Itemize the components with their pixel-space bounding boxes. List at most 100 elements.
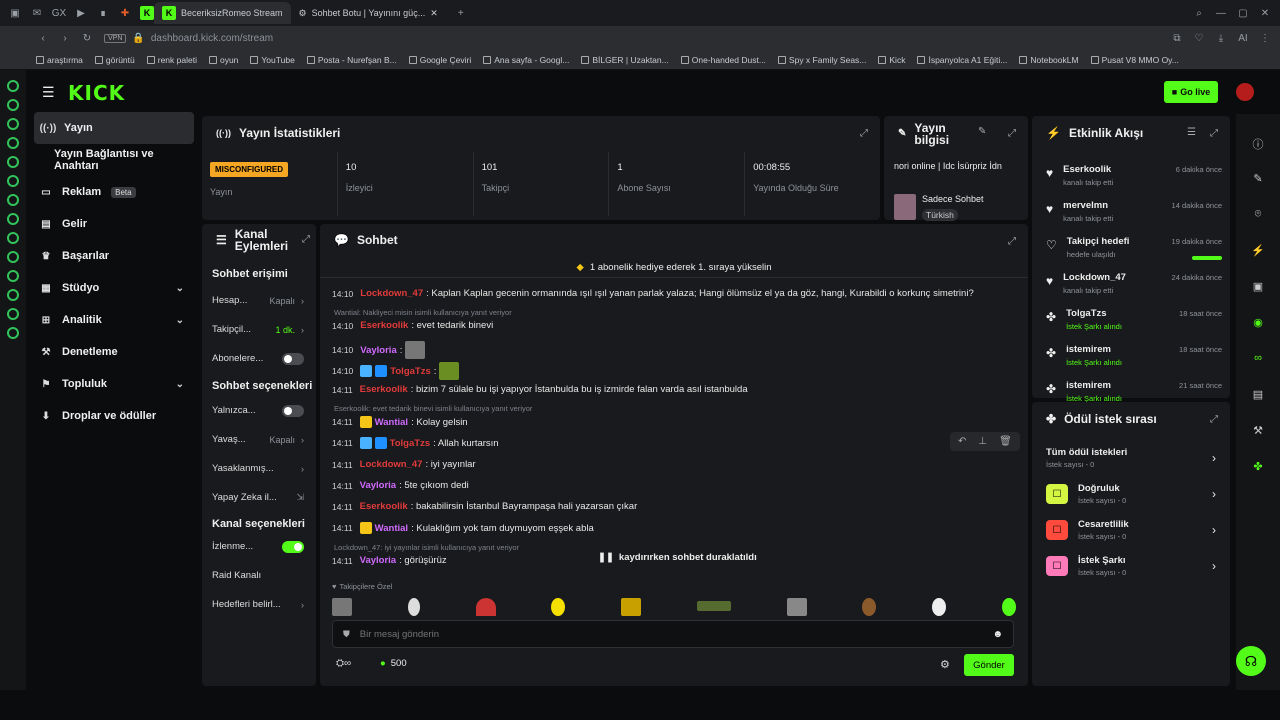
gear-icon[interactable]: ⚙ (940, 658, 950, 671)
reload-icon[interactable]: ↻ (80, 31, 94, 45)
message-username[interactable]: Eserkoolik (360, 384, 408, 395)
sidebar-app-icon[interactable] (7, 118, 19, 130)
queue-item-cesaretlilik[interactable]: ☐ Cesaretlilik İstek sayısı - 0 › (1032, 512, 1230, 548)
document-icon[interactable]: ▤ (1251, 388, 1265, 402)
emote[interactable] (407, 598, 420, 616)
camera-icon[interactable]: ⌾ (1251, 208, 1265, 222)
bookmark-item[interactable]: Spy x Family Seas... (777, 55, 866, 65)
download-icon[interactable]: ⤓ (1214, 31, 1228, 45)
emote[interactable] (551, 598, 566, 616)
expand-icon[interactable]: ⤢ (1008, 236, 1016, 247)
event-item[interactable]: ✤ TolgaTzs İstek Şarkı alındı 18 saat önce (1032, 300, 1230, 336)
bookmark-item[interactable]: NotebookLM (1019, 55, 1079, 65)
channel-points[interactable]: ● 500 (380, 658, 407, 669)
message-username[interactable]: Vayloria (360, 345, 396, 356)
bookmark-item[interactable]: Kick (878, 55, 905, 65)
setting-raid-channel[interactable]: Raid Kanalı (202, 561, 316, 590)
emote[interactable] (1001, 598, 1016, 616)
sidebar-item-yayin[interactable]: ((·)) Yayın (34, 112, 194, 144)
bookmark-item[interactable]: One-handed Dust... (680, 55, 766, 65)
search-icon[interactable]: ⌕ (1192, 6, 1206, 20)
chat-message[interactable]: 14:11 TolgaTzs: Allah kurtarsın (332, 437, 499, 449)
sidebar-item-reklam[interactable]: ▭ Reklam Beta (26, 176, 200, 208)
pencil-icon[interactable]: ✎ (1251, 172, 1265, 186)
kick-tab-icon[interactable]: K (140, 6, 154, 20)
message-input[interactable] (359, 628, 983, 640)
edit-icon[interactable]: ✎ (978, 126, 986, 137)
emoji-icon[interactable]: ☻ (992, 629, 1003, 640)
prime-icon[interactable]: ▶ (74, 6, 88, 20)
message-input-box[interactable]: ⛊ ☻ (332, 620, 1014, 648)
message-username[interactable]: Eserkoolik (360, 320, 408, 331)
chat-settings-icon[interactable]: ⛭∞ (336, 658, 351, 669)
sidebar-app-icon[interactable] (7, 251, 19, 263)
pause-icon[interactable]: ∎ (96, 6, 110, 20)
reply-icon[interactable]: ↶ (958, 436, 966, 447)
event-item[interactable]: ♥ mervelmn kanalı takip etti 14 dakika önce (1032, 192, 1230, 228)
sidebar-item-basarilar[interactable]: ♛ Başarılar (26, 240, 200, 272)
go-live-button[interactable]: ■ Go live (1164, 81, 1218, 103)
kick-logo[interactable]: KICK (68, 81, 125, 105)
bookmark-item[interactable]: YouTube (250, 55, 295, 65)
bookmark-icon[interactable]: ♡ (1192, 31, 1206, 45)
emote[interactable] (621, 598, 642, 616)
bookmark-item[interactable]: Pusat V8 MMO Oy... (1090, 55, 1179, 65)
message-username[interactable]: TolgaTzs (390, 366, 430, 377)
sidebar-app-icon[interactable] (7, 137, 19, 149)
chat-message[interactable]: 14:10 Lockdown_47: Kaplan Kaplan gecenin … (332, 288, 974, 299)
chat-message[interactable]: 14:10 Eserkoolik: evet tedarik binevi (332, 320, 493, 331)
expand-icon[interactable]: ⤢ (1210, 414, 1218, 425)
message-username[interactable]: Vayloria (360, 480, 396, 491)
chat-message[interactable]: 14:11 Vayloria: 5te çıkıom dedi (332, 480, 469, 491)
message-username[interactable]: Eserkoolik (360, 501, 408, 512)
bookmark-item[interactable]: renk paleti (146, 55, 197, 65)
tab-search-icon[interactable]: ✉ (30, 6, 44, 20)
sidebar-item-denetleme[interactable]: ⚒ Denetleme (26, 336, 200, 368)
message-username[interactable]: Vayloria (360, 555, 396, 566)
sidebar-app-icon[interactable] (7, 232, 19, 244)
emote[interactable] (475, 598, 496, 616)
sidebar-app-icon[interactable] (7, 289, 19, 301)
hamburger-menu-icon[interactable]: ☰ (42, 84, 55, 101)
tab-chatbot[interactable]: ⚙ Sohbet Botu | Yayınını güç... ✕ (291, 2, 446, 24)
chat-message[interactable]: 14:10 Vayloria: (332, 341, 426, 359)
message-username[interactable]: TolgaTzs (390, 438, 430, 449)
chat-message[interactable]: 14:11 Vayloria: görüşürüz (332, 555, 447, 566)
clipboard-icon[interactable]: ▣ (1251, 280, 1265, 294)
setting-account-age[interactable]: Hesap... Kapalı › (202, 286, 316, 315)
setting-ai-moderation[interactable]: Yapay Zeka il... ⇲ (202, 483, 316, 512)
vpn-badge[interactable]: VPN (104, 33, 127, 43)
emote[interactable] (696, 601, 731, 611)
bookmark-item[interactable]: araştırma (36, 55, 83, 65)
close-icon[interactable]: ✕ (1258, 6, 1272, 20)
sidebar-item-analitik[interactable]: ⊞ Analitik ⌄ (26, 304, 200, 336)
bookmark-item[interactable]: görüntü (94, 55, 135, 65)
message-username[interactable]: Lockdown_47 (360, 288, 423, 299)
bookmark-item[interactable]: Google Çeviri (408, 55, 471, 65)
sidebar-app-icon[interactable] (7, 308, 19, 320)
url-field[interactable]: VPN 🔒 dashboard.kick.com/stream (104, 29, 984, 47)
emote[interactable] (786, 598, 807, 616)
extensions-icon[interactable]: ⧉ (1170, 31, 1184, 45)
menu-icon[interactable]: ⋮ (1258, 31, 1272, 45)
back-icon[interactable]: ‹ (36, 31, 50, 45)
message-username[interactable]: Wantial (375, 417, 408, 428)
chat-paused-indicator[interactable]: ❚❚ kaydırırken sohbet duraklatıldı (598, 552, 757, 563)
lightning-icon[interactable]: ⚡ (1251, 244, 1265, 258)
send-button[interactable]: Gönder (964, 654, 1014, 676)
setting-goals[interactable]: Hedefleri belirl... › (202, 590, 316, 619)
tab-stream[interactable]: K BeceriksizRomeo Stream (154, 2, 291, 24)
sidebar-app-icon[interactable] (7, 194, 19, 206)
sidebar-app-icon[interactable] (7, 80, 19, 92)
info-icon[interactable]: ⓘ (1251, 136, 1265, 151)
emote[interactable] (332, 598, 352, 616)
event-item[interactable]: ♥ Lockdown_47 kanalı takip etti 24 dakika ö… (1032, 264, 1230, 300)
gift-sub-banner[interactable]: ◆ 1 abonelik hediye ederek 1. sıraya yüks… (320, 258, 1028, 278)
chat-message[interactable]: 14:11 Lockdown_47: iyi yayınlar (332, 459, 476, 470)
expand-icon[interactable]: ⤢ (302, 234, 310, 245)
sidebar-app-icon[interactable] (7, 213, 19, 225)
watch-toggle[interactable] (282, 540, 304, 553)
pin-icon[interactable]: ⊥ (978, 436, 987, 447)
maximize-icon[interactable]: ▢ (1236, 6, 1250, 20)
eye-icon[interactable]: ◉ (1251, 316, 1265, 330)
